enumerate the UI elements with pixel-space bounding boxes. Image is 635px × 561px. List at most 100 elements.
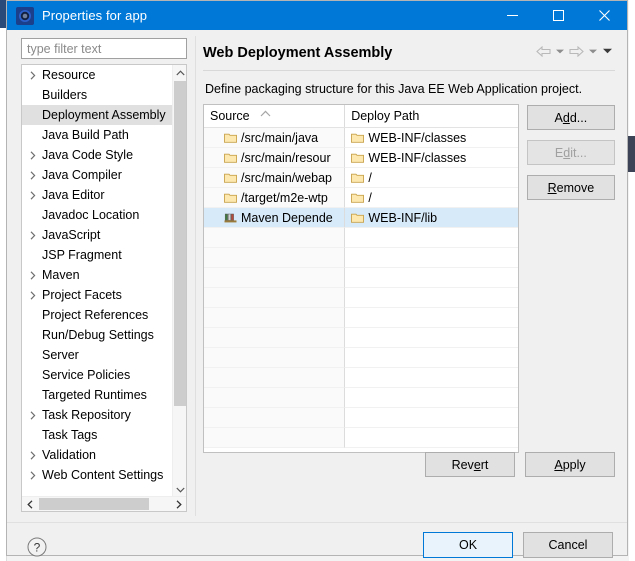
scroll-down-icon[interactable] xyxy=(173,482,186,497)
table-cell-deploy-path xyxy=(345,348,518,368)
maximize-icon[interactable] xyxy=(535,1,581,30)
table-cell-source: /src/main/java xyxy=(204,128,346,148)
scroll-left-icon[interactable] xyxy=(22,497,37,511)
table-row[interactable]: /src/main/resour WEB-INF/classes xyxy=(204,148,518,168)
edit-button: Edit... xyxy=(526,140,615,165)
table-row-empty[interactable] xyxy=(204,308,518,328)
expand-chevron-right-icon[interactable] xyxy=(26,230,40,240)
sidebar-item-task-tags[interactable]: Task Tags xyxy=(22,425,174,445)
sidebar-item-label: Service Policies xyxy=(42,368,131,382)
back-menu-chevron-down-icon[interactable] xyxy=(554,42,566,60)
sidebar-item-java-compiler[interactable]: Java Compiler xyxy=(22,165,174,185)
add-button[interactable]: Add... xyxy=(526,105,615,130)
table-row-empty[interactable] xyxy=(204,428,518,448)
table-row-empty[interactable] xyxy=(204,408,518,428)
tree-horizontal-scrollbar[interactable] xyxy=(22,496,186,511)
tree-hscroll-thumb[interactable] xyxy=(39,498,149,510)
tree-vertical-scrollbar[interactable] xyxy=(172,65,186,497)
expand-chevron-right-icon[interactable] xyxy=(26,150,40,160)
forward-menu-chevron-down-icon[interactable] xyxy=(587,42,599,60)
expand-chevron-right-icon[interactable] xyxy=(26,290,40,300)
tree-scroll-thumb[interactable] xyxy=(174,81,186,406)
folder-icon xyxy=(351,212,365,223)
table-cell-source-label: /target/m2e-wtp xyxy=(241,190,328,205)
sidebar-item-service-policies[interactable]: Service Policies xyxy=(22,365,174,385)
scroll-up-icon[interactable] xyxy=(173,65,186,80)
expand-chevron-right-icon[interactable] xyxy=(26,470,40,480)
gear-icon xyxy=(16,6,34,25)
minimize-icon[interactable] xyxy=(489,1,535,30)
back-arrow-icon[interactable] xyxy=(535,42,552,60)
expand-chevron-right-icon[interactable] xyxy=(26,170,40,180)
page-title: Web Deployment Assembly xyxy=(203,45,393,61)
sidebar-item-run-debug-settings[interactable]: Run/Debug Settings xyxy=(22,325,174,345)
title-bar: Properties for app xyxy=(7,1,627,30)
sidebar-item-project-references[interactable]: Project References xyxy=(22,305,174,325)
sidebar-item-server[interactable]: Server xyxy=(22,345,174,365)
table-row-empty[interactable] xyxy=(204,248,518,268)
help-icon[interactable]: ? xyxy=(25,535,49,559)
view-menu-chevron-down-icon[interactable] xyxy=(601,42,613,60)
expand-chevron-right-icon[interactable] xyxy=(26,450,40,460)
sidebar-item-label: Java Code Style xyxy=(42,148,134,162)
cancel-button[interactable]: Cancel xyxy=(523,532,613,558)
expand-chevron-right-icon[interactable] xyxy=(26,270,40,280)
sidebar-item-project-facets[interactable]: Project Facets xyxy=(22,285,174,305)
table-cell-source xyxy=(204,308,346,328)
properties-dialog: Properties for app type filter text Reso… xyxy=(6,0,628,559)
sidebar-item-javascript[interactable]: JavaScript xyxy=(22,225,174,245)
table-row-empty[interactable] xyxy=(204,388,518,408)
column-header-source[interactable]: Source xyxy=(204,105,346,127)
table-row[interactable]: /src/main/java WEB-INF/classes xyxy=(204,128,518,148)
table-row-empty[interactable] xyxy=(204,368,518,388)
sidebar-item-validation[interactable]: Validation xyxy=(22,445,174,465)
expand-chevron-right-icon[interactable] xyxy=(26,410,40,420)
sidebar-item-label: Task Tags xyxy=(42,428,98,442)
sidebar-item-java-code-style[interactable]: Java Code Style xyxy=(22,145,174,165)
forward-arrow-icon[interactable] xyxy=(568,42,585,60)
table-row-empty[interactable] xyxy=(204,268,518,288)
table-cell-source xyxy=(204,428,346,448)
settings-tree[interactable]: Resource Builders Deployment Assembly Java … xyxy=(21,64,187,512)
sidebar-item-java-editor[interactable]: Java Editor xyxy=(22,185,174,205)
table-cell-deploy-path: / xyxy=(345,188,518,208)
expand-chevron-right-icon[interactable] xyxy=(26,190,40,200)
table-row-empty[interactable] xyxy=(204,288,518,308)
folder-icon xyxy=(351,132,365,143)
table-row-empty[interactable] xyxy=(204,328,518,348)
revert-button[interactable]: Revert xyxy=(425,452,515,477)
close-icon[interactable] xyxy=(581,1,627,30)
table-cell-deploy-path xyxy=(345,248,518,268)
sidebar-item-javadoc-location[interactable]: Javadoc Location xyxy=(22,205,174,225)
sidebar-item-targeted-runtimes[interactable]: Targeted Runtimes xyxy=(22,385,174,405)
table-cell-source xyxy=(204,348,346,368)
search-input[interactable]: type filter text xyxy=(21,38,187,59)
sidebar-item-web-content-settings[interactable]: Web Content Settings xyxy=(22,465,174,485)
sidebar-item-resource[interactable]: Resource xyxy=(22,65,174,85)
table-row-empty[interactable] xyxy=(204,348,518,368)
assembly-table[interactable]: Source Deploy Path /src/main/java WEB-INF… xyxy=(203,104,519,453)
table-row-empty[interactable] xyxy=(204,228,518,248)
folder-icon xyxy=(224,152,237,163)
sidebar-item-jsp-fragment[interactable]: JSP Fragment xyxy=(22,245,174,265)
sidebar-item-maven[interactable]: Maven xyxy=(22,265,174,285)
column-header-deploy-path[interactable]: Deploy Path xyxy=(345,105,518,127)
remove-button[interactable]: Remove xyxy=(526,175,615,200)
ok-button[interactable]: OK xyxy=(423,532,513,558)
table-cell-deploy-path xyxy=(345,308,518,328)
table-cell-source xyxy=(204,408,346,428)
table-row[interactable]: /src/main/webap / xyxy=(204,168,518,188)
apply-button[interactable]: Apply xyxy=(525,452,615,477)
sidebar-item-builders[interactable]: Builders xyxy=(22,85,174,105)
expand-chevron-right-icon[interactable] xyxy=(26,70,40,80)
table-row[interactable]: /target/m2e-wtp / xyxy=(204,188,518,208)
sidebar-item-java-build-path[interactable]: Java Build Path xyxy=(22,125,174,145)
folder-icon xyxy=(351,172,365,183)
folder-icon xyxy=(224,132,237,143)
sidebar-item-label: JavaScript xyxy=(42,228,101,242)
scroll-right-icon[interactable] xyxy=(171,497,186,511)
sidebar-item-task-repository[interactable]: Task Repository xyxy=(22,405,174,425)
table-row[interactable]: Maven Depende WEB-INF/lib xyxy=(204,208,518,228)
sidebar-item-deployment-assembly[interactable]: Deployment Assembly xyxy=(22,105,174,125)
sidebar-item-label: Maven xyxy=(42,268,80,282)
